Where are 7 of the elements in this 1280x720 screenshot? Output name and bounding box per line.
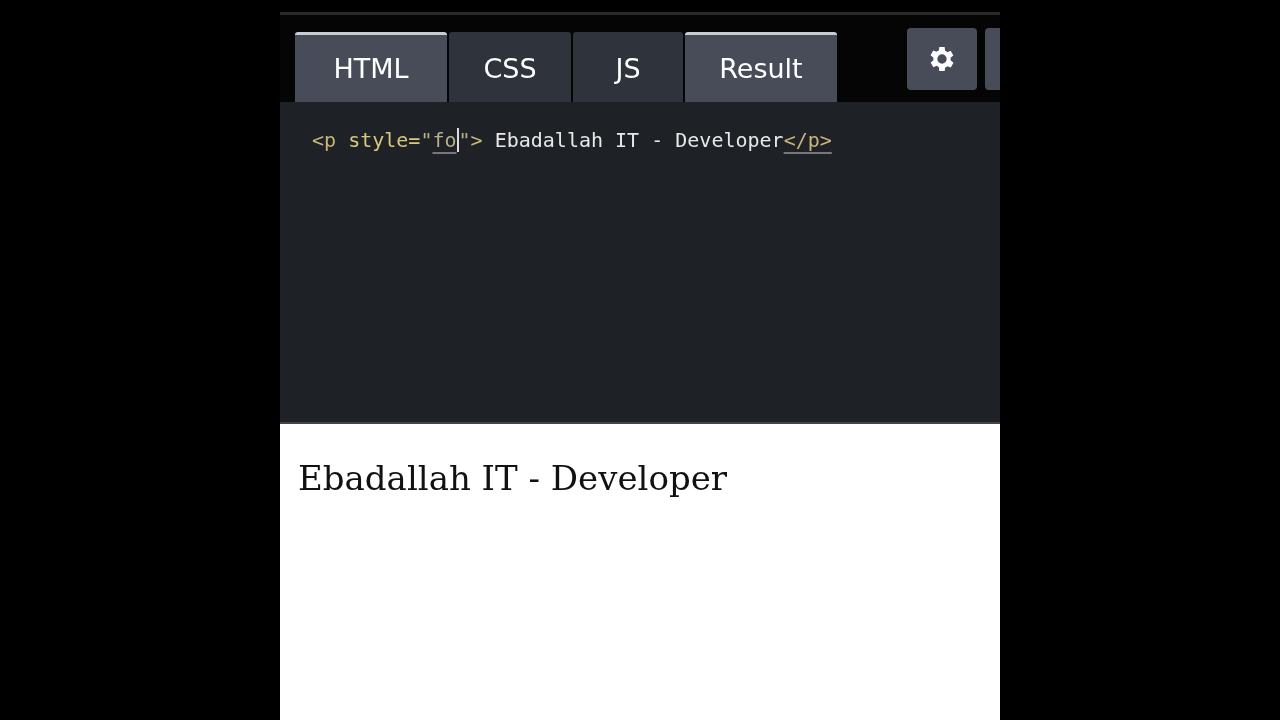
- code-line: <p style="fo"> Ebadallah IT - Developer</p>: [312, 128, 832, 152]
- editor-tab[interactable]: HTML: [295, 32, 447, 102]
- result-text: Ebadallah IT - Developer: [298, 458, 728, 498]
- settings-button[interactable]: [907, 28, 977, 90]
- editor-tab[interactable]: Result: [685, 32, 837, 102]
- editor-tab[interactable]: JS: [573, 32, 683, 102]
- editor-tab[interactable]: CSS: [449, 32, 571, 102]
